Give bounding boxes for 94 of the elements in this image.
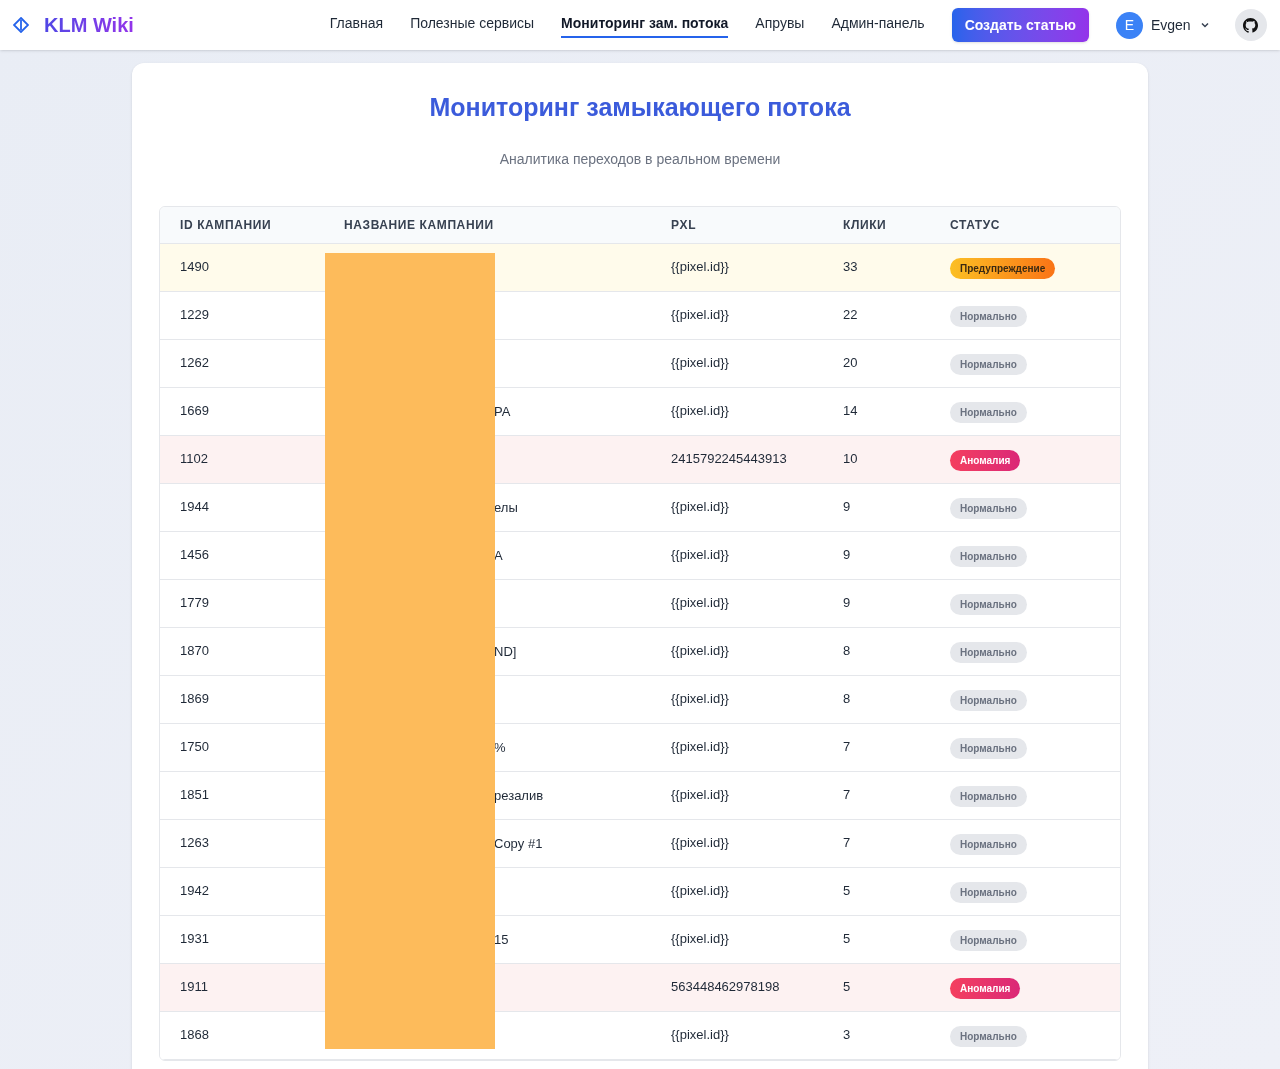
- table-cell: A: [494, 548, 503, 563]
- table-cell-text: 1669: [179, 402, 210, 421]
- table-cell-text: {{pixel.id}}: [670, 402, 730, 421]
- table-cell-text: {{pixel.id}}: [670, 354, 730, 373]
- table-cell-text: 7: [843, 786, 852, 805]
- table-cell-text: 3: [843, 1026, 852, 1045]
- table-cell-text: 1869: [179, 690, 210, 709]
- status-badge: Нормально: [950, 882, 1027, 903]
- table-cell-text: 1456: [179, 546, 210, 565]
- status-badge: Аномалия: [950, 450, 1021, 471]
- table-cell: 15: [494, 932, 509, 947]
- table-cell-text: 1262: [179, 354, 210, 373]
- table-cell-text: 22: [843, 306, 859, 325]
- table-cell-text: 1263: [179, 834, 210, 853]
- table-cell: ND]: [494, 644, 517, 659]
- table-cell-text: 9: [843, 546, 852, 565]
- user-avatar[interactable]: E: [1115, 11, 1143, 39]
- status-badge: Нормально: [950, 306, 1027, 327]
- status-badge: Нормально: [950, 930, 1027, 951]
- column-header: PXL: [670, 216, 698, 234]
- table-cell-text: {{pixel.id}}: [670, 834, 730, 853]
- table-cell-text: 9: [843, 594, 852, 613]
- status-badge: Нормально: [950, 546, 1027, 567]
- table-cell: PA: [494, 404, 511, 419]
- table-cell-text: 1870: [179, 642, 210, 661]
- status-badge: Нормально: [950, 642, 1027, 663]
- table-cell-text: 1490: [179, 258, 210, 277]
- status-badge: Нормально: [950, 354, 1027, 375]
- table-cell-text: 1779: [179, 594, 210, 613]
- table-cell-text: 1942: [179, 882, 210, 901]
- nav-link[interactable]: Полезные сервисы: [410, 12, 535, 38]
- status-badge: Нормально: [950, 786, 1027, 807]
- page-title: Мониторинг замыкающего потока: [428, 92, 852, 123]
- table-cell-text: 1944: [179, 498, 210, 517]
- table-cell-text: {{pixel.id}}: [670, 498, 730, 517]
- table-cell-text: 1931: [179, 930, 210, 949]
- table-cell: %: [494, 740, 506, 755]
- status-badge: Нормально: [950, 594, 1027, 615]
- table-cell-text: {{pixel.id}}: [670, 690, 730, 709]
- status-badge: Аномалия: [950, 978, 1021, 999]
- column-header: НАЗВАНИЕ КАМПАНИИ: [343, 216, 495, 234]
- table-cell-text: 9: [843, 498, 852, 517]
- status-badge: Нормально: [950, 690, 1027, 711]
- table-cell-text: {{pixel.id}}: [670, 258, 730, 277]
- column-header: КЛИКИ: [843, 216, 888, 234]
- table-cell-text: {{pixel.id}}: [670, 882, 730, 901]
- page-subtitle: Аналитика переходов в реальном времени: [498, 149, 782, 169]
- table-cell-text: {{pixel.id}}: [670, 738, 730, 757]
- status-badge: Нормально: [950, 738, 1027, 759]
- table-cell-text: 7: [843, 738, 852, 757]
- nav-link[interactable]: Админ-панель: [831, 12, 925, 38]
- status-badge: Нормально: [950, 498, 1027, 519]
- status-badge: Нормально: [950, 402, 1027, 423]
- table-cell-text: 20: [843, 354, 859, 373]
- table-cell-text: 5: [843, 882, 852, 901]
- table-cell-text: 1229: [179, 306, 210, 325]
- nav-link[interactable]: Мониторинг зам. потока: [561, 12, 729, 38]
- table-cell-text: 33: [843, 258, 859, 277]
- nav-link[interactable]: Главная: [329, 12, 384, 38]
- table-cell-text: 1911: [179, 978, 209, 997]
- table-cell-text: {{pixel.id}}: [670, 1026, 730, 1045]
- table-cell-text: 563448462978198: [670, 978, 781, 997]
- table-cell-text: {{pixel.id}}: [670, 642, 730, 661]
- table-cell-text: 8: [843, 642, 852, 661]
- table-cell-text: 10: [843, 450, 859, 469]
- logo-icon: [13, 17, 29, 33]
- table-cell-text: 5: [843, 978, 852, 997]
- github-icon: [1243, 17, 1259, 33]
- table-cell-text: 1750: [179, 738, 210, 757]
- table-cell: резалив: [494, 788, 544, 803]
- table-cell-text: 7: [843, 834, 852, 853]
- table-cell-text: 5: [843, 930, 852, 949]
- user-name[interactable]: Evgen: [1150, 14, 1191, 36]
- table-cell-text: {{pixel.id}}: [670, 306, 730, 325]
- table-cell-text: 1868: [179, 1026, 210, 1045]
- status-badge: Предупреждение: [950, 258, 1056, 279]
- table-cell: елы: [494, 500, 518, 515]
- table-cell-text: {{pixel.id}}: [670, 786, 730, 805]
- status-badge: Нормально: [950, 834, 1027, 855]
- status-badge: Нормально: [950, 1026, 1027, 1047]
- table-cell-text: 1102: [179, 450, 209, 469]
- table-cell-text: {{pixel.id}}: [670, 930, 730, 949]
- table-cell-text: 8: [843, 690, 852, 709]
- column-header: СТАТУС: [950, 216, 1002, 234]
- create-article-button[interactable]: Создать статью: [951, 8, 1089, 42]
- table-cell-text: 1851: [179, 786, 210, 805]
- table-cell-text: 2415792245443913: [670, 450, 788, 469]
- column-header: ID КАМПАНИИ: [179, 216, 273, 234]
- table-cell-text: 14: [843, 402, 859, 421]
- table-cell-text: {{pixel.id}}: [670, 546, 730, 565]
- table-cell-text: {{pixel.id}}: [670, 594, 730, 613]
- nav-link[interactable]: Апрувы: [755, 12, 805, 38]
- github-button[interactable]: [1234, 9, 1267, 41]
- table-cell: Copy #1: [494, 836, 543, 851]
